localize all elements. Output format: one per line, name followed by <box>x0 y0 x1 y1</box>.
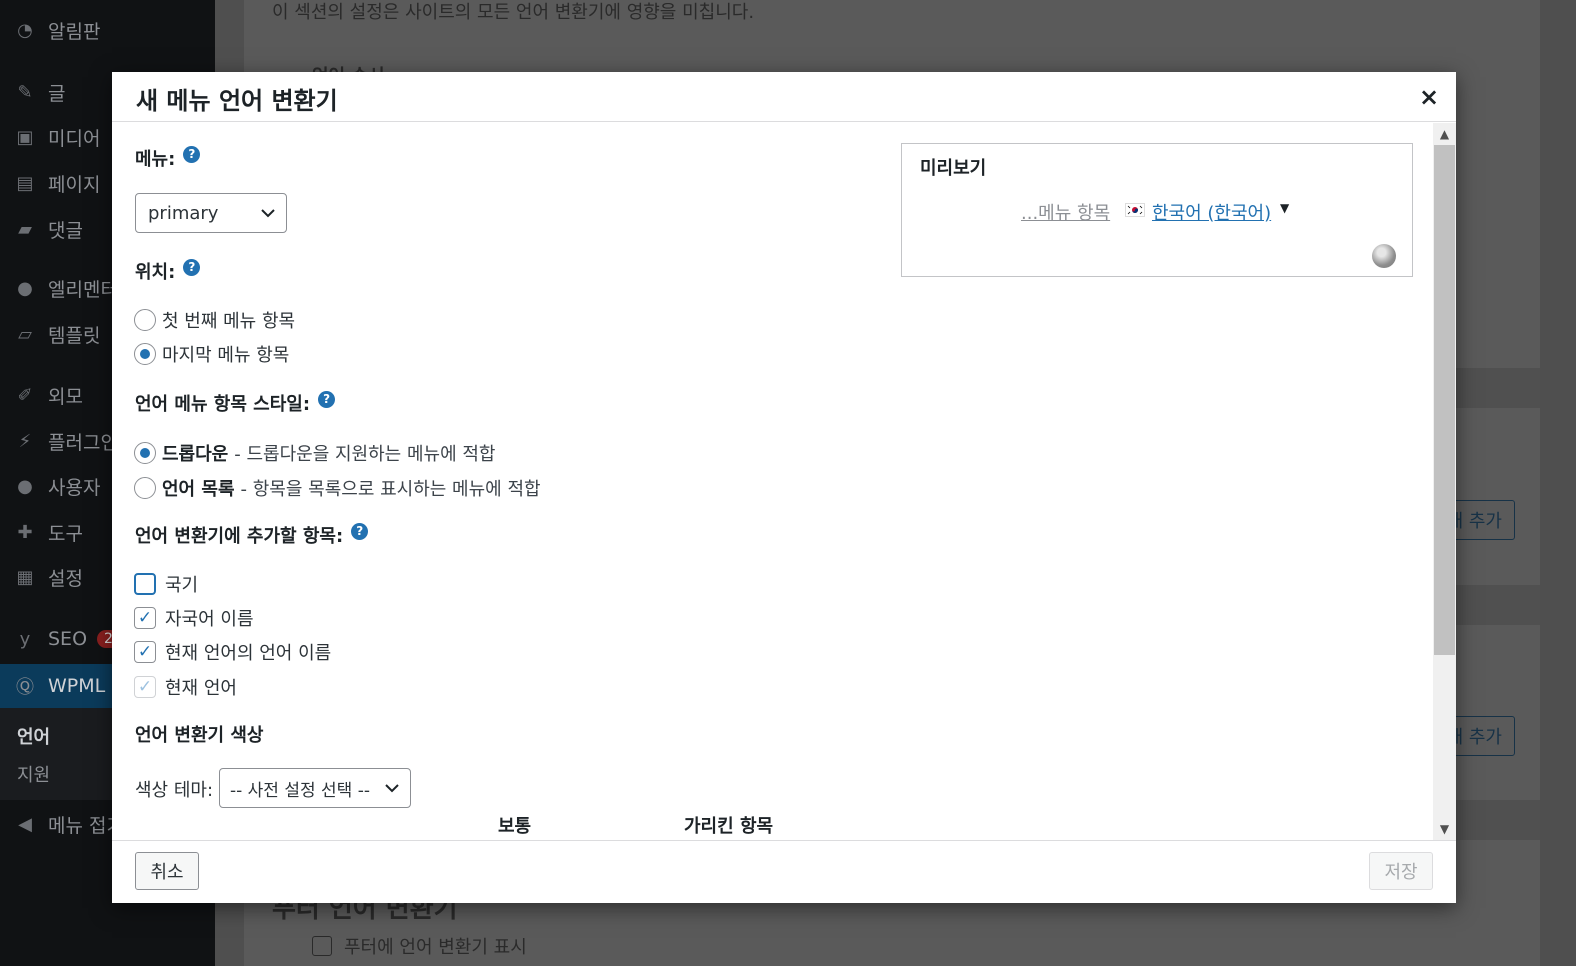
color-theme-select[interactable]: -- 사전 설정 선택 -- <box>219 768 411 808</box>
help-icon[interactable]: ? <box>351 522 369 540</box>
media-icon: ▣ <box>16 126 34 148</box>
dashboard-icon: ◔ <box>17 19 33 41</box>
current-language-checkbox: ✓ <box>134 676 156 698</box>
save-button[interactable]: 저장 <box>1369 852 1433 890</box>
position-first-radio[interactable] <box>134 309 156 331</box>
scroll-up-icon[interactable]: ▲ <box>1433 125 1456 143</box>
cancel-button[interactable]: 취소 <box>135 852 199 890</box>
style-dropdown-radio[interactable] <box>134 442 156 464</box>
bg-intro-text: 이 섹션의 설정은 사이트의 모든 언어 변환기에 영향을 미칩니다. <box>272 2 755 23</box>
submenu-item-languages[interactable]: 언어 <box>17 723 50 749</box>
include-option-flag[interactable]: 국기 <box>134 571 198 597</box>
elementor-icon: ● <box>17 277 33 299</box>
collapse-icon: ◀ <box>18 813 32 835</box>
help-icon[interactable]: ? <box>183 258 201 276</box>
dialog-footer: 취소 저장 <box>112 840 1456 903</box>
native-name-checkbox[interactable]: ✓ <box>134 607 156 629</box>
style-option-dropdown[interactable]: 드롭다운 - 드롭다운을 지원하는 메뉴에 적합 <box>134 440 495 466</box>
scroll-down-icon[interactable]: ▼ <box>1433 820 1456 838</box>
pages-icon: ▤ <box>16 172 34 194</box>
comments-icon: ▰ <box>18 218 32 240</box>
users-icon: ● <box>17 475 33 497</box>
include-option-current-language: ✓ 현재 언어 <box>134 674 237 700</box>
dialog-title: 새 메뉴 언어 변환기 <box>136 87 338 115</box>
preview-language-link[interactable]: 한국어 (한국어) <box>1152 199 1271 225</box>
style-option-list[interactable]: 언어 목록 - 항목을 목록으로 표시하는 메뉴에 적합 <box>134 475 541 501</box>
pin-icon: ✎ <box>17 81 33 103</box>
wpml-icon: Ⓠ <box>16 677 34 698</box>
help-icon[interactable]: ? <box>183 145 201 163</box>
plugins-icon: ⚡ <box>18 430 32 452</box>
include-option-native-name[interactable]: ✓ 자국어 이름 <box>134 605 254 631</box>
wrench-icon: ✚ <box>17 521 33 543</box>
menu-field-label: 메뉴:? <box>135 145 201 171</box>
color-column-normal: 보통 <box>498 816 532 837</box>
color-theme-label: 색상 테마: <box>135 780 214 801</box>
bg-footer-checkbox[interactable] <box>312 936 332 956</box>
include-field-label: 언어 변환기에 추가할 항목:? <box>135 522 369 548</box>
style-list-radio[interactable] <box>134 477 156 499</box>
bg-footer-checkbox-label: 푸터에 언어 변환기 표시 <box>344 937 527 958</box>
submenu-item-support[interactable]: 지원 <box>17 761 50 787</box>
korean-flag-icon <box>1127 205 1143 215</box>
close-icon[interactable]: × <box>1414 82 1444 112</box>
dialog-body: 메뉴:? primary 위치:? 첫 번째 메뉴 항목 마지막 메뉴 항목 언… <box>112 123 1433 840</box>
loading-spinner-icon <box>1372 244 1396 268</box>
folder-icon: ▱ <box>18 323 32 345</box>
flag-checkbox[interactable] <box>134 573 156 595</box>
chevron-down-icon <box>261 209 275 218</box>
dropdown-caret-icon: ▼ <box>1280 201 1290 215</box>
position-option-first[interactable]: 첫 번째 메뉴 항목 <box>134 307 295 333</box>
preview-title: 미리보기 <box>920 158 987 179</box>
colors-heading: 언어 변환기 색상 <box>135 725 264 746</box>
chevron-down-icon <box>385 784 399 793</box>
help-icon[interactable]: ? <box>318 390 336 408</box>
color-column-hover: 가리킨 항목 <box>684 816 774 837</box>
sidebar-item-dashboard[interactable]: ◔ 알림판 <box>0 10 215 50</box>
korean-flag-icon <box>1125 203 1145 217</box>
display-name-checkbox[interactable]: ✓ <box>134 641 156 663</box>
menu-select[interactable]: primary <box>135 193 287 233</box>
preview-panel: 미리보기 ...메뉴 항목 한국어 (한국어) ▼ <box>901 143 1413 277</box>
preview-menu-item[interactable]: ...메뉴 항목 <box>1021 199 1110 225</box>
include-option-display-name[interactable]: ✓ 현재 언어의 언어 이름 <box>134 639 331 665</box>
yoast-icon: y <box>19 628 31 650</box>
brush-icon: ✐ <box>17 384 33 406</box>
settings-icon: ▦ <box>16 566 34 588</box>
position-field-label: 위치:? <box>135 258 201 284</box>
style-field-label: 언어 메뉴 항목 스타일:? <box>135 390 336 416</box>
dialog-header: 새 메뉴 언어 변환기 × <box>112 72 1456 122</box>
dialog-scrollbar[interactable]: ▲ ▼ <box>1433 123 1456 840</box>
language-switcher-dialog: 새 메뉴 언어 변환기 × 메뉴:? primary 위치:? 첫 번째 메뉴 … <box>112 72 1456 903</box>
position-last-radio[interactable] <box>134 343 156 365</box>
position-option-last[interactable]: 마지막 메뉴 항목 <box>134 341 289 367</box>
scroll-thumb[interactable] <box>1434 145 1455 655</box>
